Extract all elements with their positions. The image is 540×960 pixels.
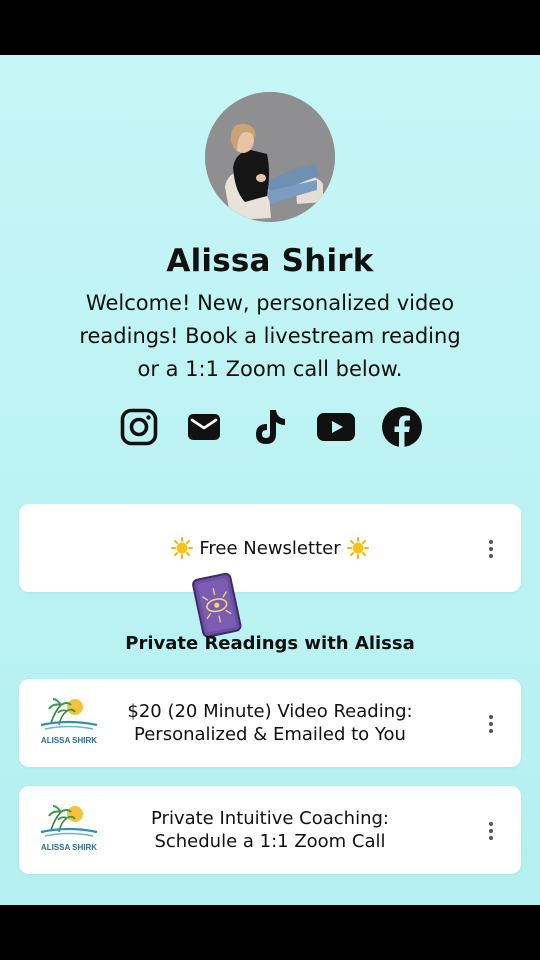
video-reading-link-card[interactable]: ALISSA SHIRK $20 (20 Minute) Video Readi… — [19, 679, 521, 767]
alissa-shirk-logo-thumbnail: ALISSA SHIRK — [31, 800, 107, 860]
email-icon[interactable] — [182, 405, 226, 449]
video-reading-label: $20 (20 Minute) Video Reading: Personaliz… — [99, 679, 441, 767]
coaching-line2: Schedule a 1:1 Zoom Call — [154, 831, 386, 852]
more-options-icon[interactable] — [487, 540, 495, 558]
profile-name: Alissa Shirk — [166, 243, 374, 279]
sun-emoji-icon — [171, 537, 194, 559]
profile-avatar — [205, 92, 335, 222]
alissa-shirk-logo-thumbnail: ALISSA SHIRK — [31, 693, 107, 753]
coaching-link-card[interactable]: ALISSA SHIRK Private Intuitive Coaching:… — [19, 786, 521, 874]
svg-text:ALISSA SHIRK: ALISSA SHIRK — [41, 736, 97, 745]
newsletter-link-card[interactable]: Free Newsletter — [19, 504, 521, 592]
section-heading: Private Readings with Alissa — [125, 633, 415, 654]
youtube-icon[interactable] — [314, 405, 358, 449]
video-reading-line1: $20 (20 Minute) Video Reading: — [127, 701, 413, 722]
more-options-icon[interactable] — [487, 822, 495, 840]
bottom-black-bar — [0, 905, 540, 960]
newsletter-label-wrap: Free Newsletter — [79, 504, 461, 592]
instagram-icon[interactable] — [117, 405, 161, 449]
top-black-bar — [0, 0, 540, 55]
facebook-icon[interactable] — [380, 405, 424, 449]
coaching-line1: Private Intuitive Coaching: — [151, 808, 389, 829]
newsletter-label: Free Newsletter — [199, 537, 341, 559]
link-in-bio-page: Alissa Shirk Welcome! New, personalized … — [0, 55, 540, 905]
profile-bio: Welcome! New, personalized video reading… — [79, 291, 461, 381]
tiktok-icon[interactable] — [248, 405, 292, 449]
video-reading-line2: Personalized & Emailed to You — [134, 724, 406, 745]
svg-text:ALISSA SHIRK: ALISSA SHIRK — [41, 843, 97, 852]
sun-emoji-icon — [346, 537, 369, 559]
coaching-label: Private Intuitive Coaching: Schedule a 1:… — [99, 786, 441, 874]
tarot-card-sticker-icon — [192, 572, 244, 640]
social-icons-row — [0, 405, 540, 449]
more-options-icon[interactable] — [487, 715, 495, 733]
